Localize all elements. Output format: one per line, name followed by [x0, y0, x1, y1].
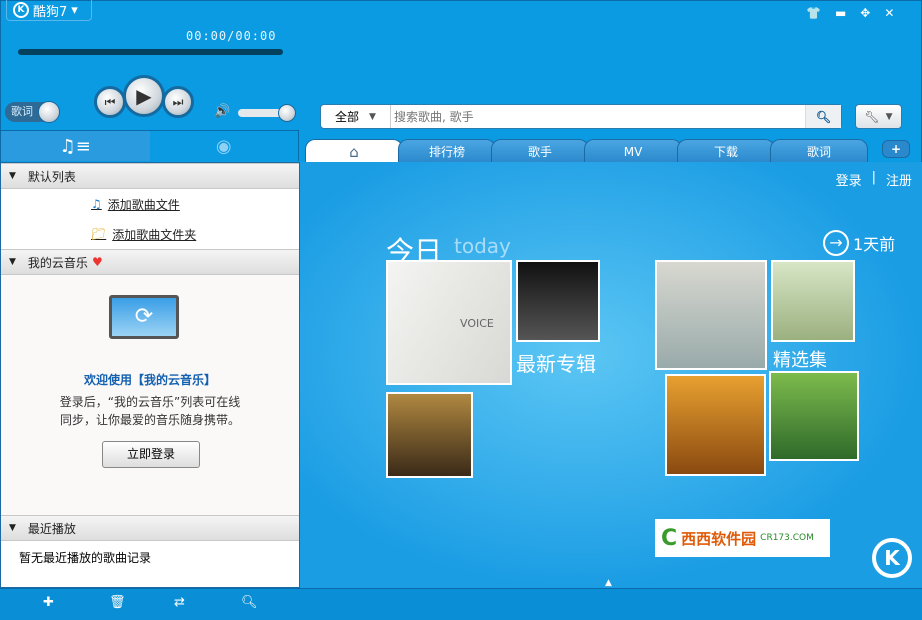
heart-icon: ♥ — [91, 255, 103, 269]
delete-icon[interactable]: 🗑︎ — [109, 595, 126, 610]
link-label: 添加歌曲文件 — [107, 197, 180, 212]
home-panel: 登录 | 注册 今日 today → 1天前 VOICE 最新专辑 精选集 C 西西软件… — [300, 162, 922, 588]
collection-autumn[interactable] — [665, 374, 766, 476]
album-group[interactable] — [516, 260, 600, 342]
login-now-button[interactable]: 立即登录 — [102, 441, 200, 468]
latest-albums-label[interactable]: 最新专辑 — [516, 348, 596, 377]
home-icon: ⌂ — [349, 142, 359, 161]
app-title: 酷狗7 — [33, 4, 68, 20]
tab-playlist[interactable]: ♫≡ — [1, 131, 150, 161]
watermark-url: CR173.COM — [760, 533, 814, 543]
expand-up-icon[interactable]: ▲ — [605, 578, 612, 588]
time-display: 00:00/00:00 — [186, 29, 277, 43]
collection-bicycle[interactable] — [771, 260, 855, 342]
tab-mv[interactable]: MV — [584, 139, 682, 163]
search-input[interactable] — [391, 109, 805, 124]
login-link[interactable]: 登录 — [836, 170, 862, 189]
prev-day-label: 1天前 — [853, 235, 896, 254]
watermark-logo: C 西西软件园 CR173.COM — [655, 519, 830, 557]
folder-icon: 📁︎ — [91, 227, 107, 241]
separator: | — [871, 170, 876, 185]
album-singer[interactable] — [386, 392, 473, 478]
link-label: 添加歌曲文件夹 — [112, 227, 197, 242]
add-icon[interactable]: ✚ — [43, 595, 54, 610]
collapse-icon: ▼ — [9, 257, 16, 267]
play-mode-icon[interactable]: ⇄ — [174, 595, 185, 610]
computer-sync-icon: ⟳ — [109, 295, 179, 339]
collapse-icon: ▼ — [9, 171, 16, 181]
bottom-toolbar — [0, 588, 922, 620]
search-icon: 🔍︎ — [815, 109, 832, 124]
collection-lighthouse[interactable] — [655, 260, 767, 370]
music-note-icon: ♫ — [91, 197, 102, 211]
collection-garden[interactable] — [769, 371, 859, 461]
next-button[interactable]: ⏭ — [162, 86, 194, 118]
volume-knob[interactable] — [278, 104, 296, 122]
search-bar: 全部 ▼ 🔍︎ — [320, 104, 842, 129]
chevron-down-icon: ▾ — [71, 2, 78, 18]
cloud-panel: ⟳ 欢迎使用【我的云音乐】 登录后，“我的云音乐”列表可在线 同步，让你最爱的音乐… — [1, 275, 299, 515]
today-en: today — [454, 234, 511, 258]
album-text: VOICE — [460, 317, 494, 330]
tab-disc[interactable]: ◉ — [150, 131, 299, 161]
kugou-logo-icon: K — [13, 2, 29, 18]
album-voice[interactable]: VOICE — [386, 260, 512, 385]
play-button[interactable]: ▶ — [123, 75, 165, 117]
tab-lyrics[interactable]: 歌词 — [770, 139, 868, 163]
disc-icon: ◉ — [215, 135, 232, 157]
search-button[interactable]: 🔍︎ — [805, 105, 841, 128]
add-song-file-link[interactable]: ♫ 添加歌曲文件 — [1, 189, 299, 219]
section-title: 最近播放 — [27, 521, 76, 536]
progress-bar[interactable] — [18, 49, 283, 55]
recent-header[interactable]: ▼ 最近播放 — [1, 515, 299, 541]
skin-icon[interactable]: 👕 — [806, 6, 821, 20]
section-title: 我的云音乐 — [27, 255, 88, 270]
desc-line: 登录后，“我的云音乐”列表可在线 — [59, 395, 241, 409]
close-button[interactable]: ✕ — [884, 6, 894, 20]
wrench-icon: 🔧︎ — [864, 109, 880, 124]
chevron-down-icon: ▼ — [369, 111, 376, 122]
recent-empty-text: 暂无最近播放的歌曲记录 — [19, 551, 152, 565]
mini-mode-button[interactable]: ✥ — [860, 6, 870, 20]
tools-button[interactable]: 🔧︎ ▼ — [855, 104, 902, 129]
tab-singers[interactable]: 歌手 — [491, 139, 589, 163]
cloud-music-header[interactable]: ▼ 我的云音乐 ♥ — [1, 249, 299, 275]
add-song-folder-link[interactable]: 📁︎ 添加歌曲文件夹 — [1, 219, 299, 249]
app-menu-button[interactable]: K 酷狗7 ▾ — [6, 0, 92, 21]
welcome-title: 欢迎使用【我的云音乐】 — [83, 373, 216, 387]
search-icon[interactable]: 🔍︎ — [241, 595, 258, 610]
kugou-logo-icon: K — [872, 538, 912, 578]
collections-label[interactable]: 精选集 — [773, 346, 827, 372]
collapse-icon: ▼ — [9, 523, 16, 533]
watermark-text: 西西软件园 — [681, 529, 757, 548]
cloud-description: 登录后，“我的云音乐”列表可在线 同步，让你最爱的音乐随身携带。 — [1, 393, 299, 429]
tab-charts[interactable]: 排行榜 — [398, 139, 496, 163]
sidebar: ▼ 默认列表 ♫ 添加歌曲文件 📁︎ 添加歌曲文件夹 ▼ 我的云音乐 ♥ ⟳ 欢迎使用【我… — [0, 162, 300, 588]
arrow-right-circle-icon: → — [823, 230, 849, 256]
previous-button[interactable]: ⏮ — [94, 86, 126, 118]
desc-line: 同步，让你最爱的音乐随身携带。 — [59, 413, 240, 427]
tab-download[interactable]: 下载 — [677, 139, 775, 163]
register-link[interactable]: 注册 — [886, 170, 912, 189]
default-list-header[interactable]: ▼ 默认列表 — [1, 163, 299, 189]
chevron-down-icon: ▼ — [885, 111, 893, 122]
tab-home[interactable]: ⌂ — [305, 139, 403, 163]
music-list-icon: ♫≡ — [59, 135, 91, 157]
lyrics-toggle-knob[interactable] — [38, 101, 60, 123]
scope-label: 全部 — [335, 110, 360, 124]
minimize-button[interactable]: ▬ — [835, 6, 846, 20]
volume-icon[interactable]: 🔊 — [214, 104, 230, 119]
search-scope-select[interactable]: 全部 ▼ — [321, 105, 391, 128]
section-title: 默认列表 — [27, 169, 76, 184]
add-tab-button[interactable]: + — [882, 140, 910, 158]
previous-day-button[interactable]: → 1天前 — [823, 230, 895, 256]
